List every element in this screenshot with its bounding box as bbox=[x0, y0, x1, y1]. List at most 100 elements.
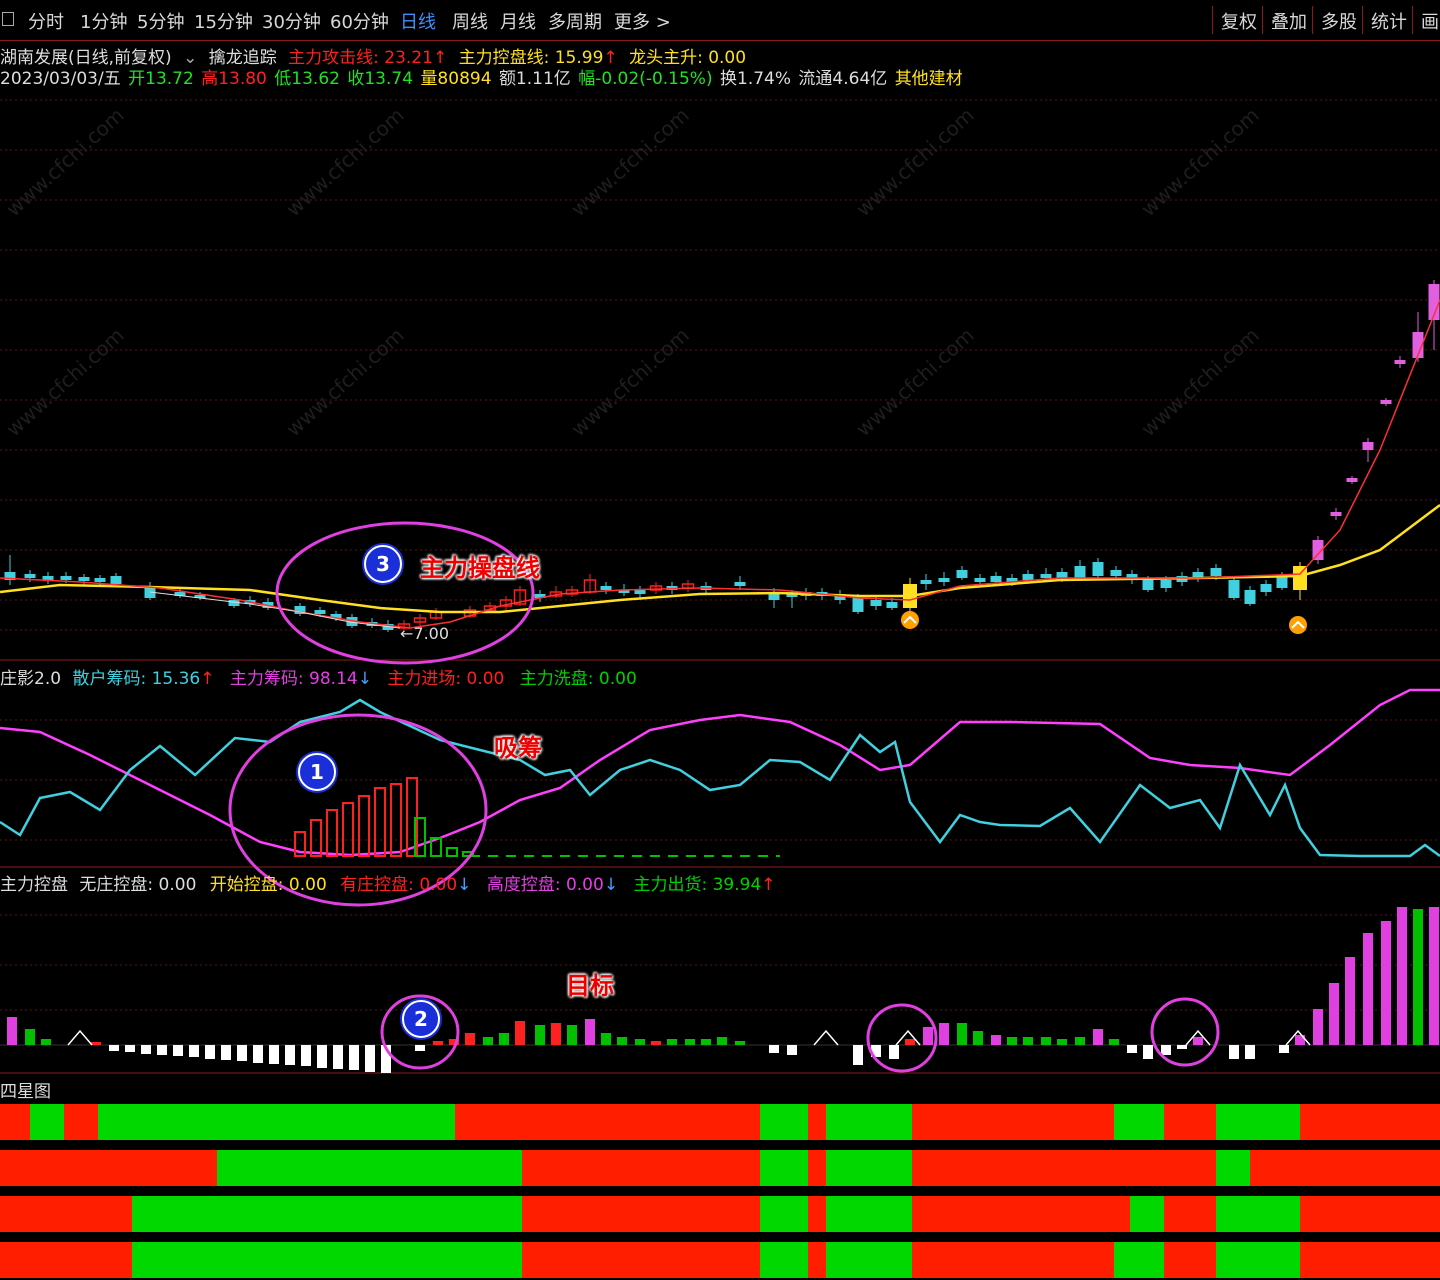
candle-body bbox=[1142, 580, 1154, 590]
candle-body bbox=[870, 600, 882, 606]
accumulation-bar bbox=[310, 819, 322, 857]
main-out-value: 主力出货: 39.94 bbox=[633, 875, 762, 895]
four-star-segment bbox=[826, 1242, 912, 1278]
candle-body bbox=[1346, 478, 1358, 482]
control-bar bbox=[535, 1025, 545, 1045]
sub2-name[interactable]: 主力控盘 bbox=[0, 875, 68, 895]
down-arrow-icon: ↓ bbox=[457, 875, 472, 895]
main-wash-value: 主力洗盘: 0.00 bbox=[519, 669, 637, 689]
four-star-segment bbox=[522, 1196, 760, 1232]
chart-canvas bbox=[0, 99, 1440, 1278]
four-star-segment bbox=[132, 1242, 522, 1278]
candle-body bbox=[1074, 566, 1086, 578]
candle-body bbox=[1160, 580, 1172, 588]
four-star-segment bbox=[760, 1150, 808, 1186]
control-bar bbox=[651, 1041, 661, 1045]
control-bar bbox=[141, 1045, 151, 1054]
candlesticks bbox=[4, 280, 1440, 632]
control-bar bbox=[1381, 921, 1391, 1045]
candle-body bbox=[1260, 584, 1272, 592]
candle-body bbox=[1110, 570, 1122, 576]
four-star-segment bbox=[455, 1104, 760, 1140]
control-bar bbox=[1109, 1039, 1119, 1045]
four-star-segment bbox=[217, 1150, 522, 1186]
annotation-label-2: 目标 bbox=[566, 972, 614, 1000]
control-bar bbox=[1161, 1045, 1171, 1055]
control-bar bbox=[701, 1039, 711, 1045]
control-bar bbox=[1429, 907, 1439, 1045]
panel-separators bbox=[0, 659, 1440, 1074]
sub1-header: 庄影2.0 散户筹码: 15.36↑ 主力筹码: 98.14↓ 主力进场: 0.… bbox=[0, 664, 637, 689]
four-star-segment bbox=[826, 1196, 912, 1232]
four-star-segment bbox=[0, 1104, 30, 1140]
control-bar bbox=[269, 1045, 279, 1064]
control-bar bbox=[109, 1045, 119, 1051]
four-star-segment bbox=[808, 1104, 826, 1140]
candle-body bbox=[1056, 572, 1068, 578]
control-bar bbox=[617, 1037, 627, 1045]
main-chips-value: 主力筹码: 98.14 bbox=[229, 669, 358, 689]
four-star-segment bbox=[1164, 1242, 1216, 1278]
main-chips-line bbox=[0, 698, 1440, 858]
four-star-segment bbox=[826, 1104, 912, 1140]
candle-body bbox=[734, 582, 746, 586]
four-star-segment bbox=[1164, 1104, 1216, 1140]
start-control-value: 开始控盘: 0.00 bbox=[209, 875, 327, 895]
control-bar bbox=[415, 1045, 425, 1051]
candle-body bbox=[78, 577, 90, 581]
high-control-value: 高度控盘: 0.00 bbox=[486, 875, 604, 895]
control-bar bbox=[957, 1023, 967, 1045]
four-star-segment bbox=[0, 1242, 132, 1278]
four-star-segment bbox=[1114, 1242, 1164, 1278]
four-star-segment bbox=[64, 1104, 98, 1140]
control-bar bbox=[237, 1045, 247, 1061]
highlight-circle-5 bbox=[1150, 997, 1220, 1067]
sub2-header: 主力控盘 无庄控盘: 0.00 开始控盘: 0.00 有庄控盘: 0.00↓ 高… bbox=[0, 870, 776, 895]
candle-body bbox=[1330, 512, 1342, 516]
control-bar bbox=[25, 1029, 35, 1045]
control-bar bbox=[41, 1039, 51, 1045]
four-star-segment bbox=[760, 1104, 808, 1140]
four-star-segment bbox=[1216, 1104, 1300, 1140]
control-bar bbox=[157, 1045, 167, 1055]
accumulation-bar bbox=[342, 802, 354, 857]
four-star-segment bbox=[808, 1242, 826, 1278]
candle-body bbox=[60, 576, 72, 580]
sub3-header: 四星图 bbox=[0, 1077, 51, 1102]
control-bar bbox=[1007, 1037, 1017, 1045]
buy-signal-icon bbox=[1289, 616, 1307, 634]
candle-body bbox=[938, 578, 950, 582]
control-bar bbox=[1093, 1029, 1103, 1045]
candle-body bbox=[990, 576, 1002, 582]
four-star-segment bbox=[912, 1196, 1130, 1232]
low-price-marker: ←7.00 bbox=[400, 624, 450, 643]
control-bar bbox=[717, 1037, 727, 1045]
sub1-name[interactable]: 庄影2.0 bbox=[0, 669, 61, 689]
has-control-value: 有庄控盘: 0.00 bbox=[340, 875, 458, 895]
control-bar bbox=[1397, 907, 1407, 1045]
control-bar bbox=[1023, 1037, 1033, 1045]
four-star-segment bbox=[1114, 1104, 1164, 1140]
control-bar bbox=[905, 1039, 915, 1045]
accumulation-bar bbox=[358, 795, 370, 857]
candle-body bbox=[1040, 574, 1052, 578]
four-star-segment bbox=[912, 1242, 1114, 1278]
control-bars bbox=[7, 907, 1439, 1073]
accumulation-bar bbox=[390, 783, 402, 857]
annotation-label-3: 主力操盘线 bbox=[420, 554, 540, 582]
control-bar bbox=[1363, 933, 1373, 1045]
candle-body bbox=[974, 578, 986, 582]
control-bar bbox=[769, 1045, 779, 1053]
candle-body bbox=[1380, 400, 1392, 404]
sub3-name[interactable]: 四星图 bbox=[0, 1082, 51, 1102]
control-bar bbox=[1075, 1037, 1085, 1045]
control-bar bbox=[1245, 1045, 1255, 1059]
four-star-segment bbox=[1130, 1196, 1164, 1232]
control-bar bbox=[991, 1035, 1001, 1045]
four-star-segment bbox=[1300, 1242, 1440, 1278]
control-bar bbox=[285, 1045, 295, 1065]
four-star-segment bbox=[1216, 1150, 1250, 1186]
control-bar bbox=[189, 1045, 199, 1057]
candle-body bbox=[314, 610, 326, 614]
candle-body bbox=[24, 574, 36, 578]
